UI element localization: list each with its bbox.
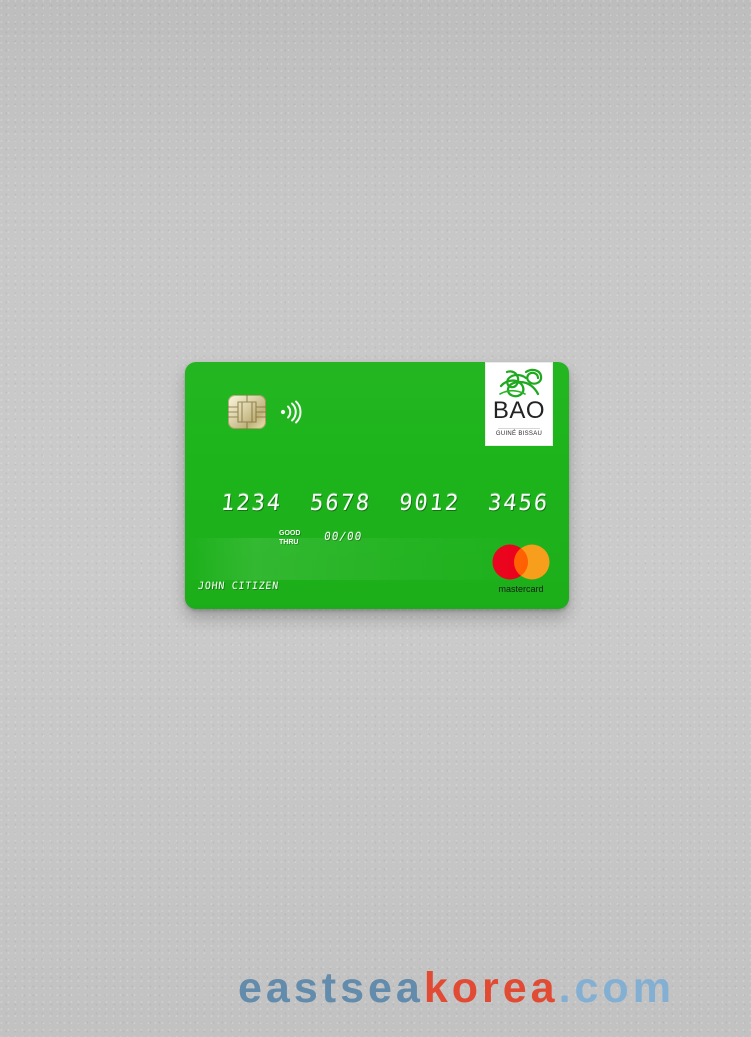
watermark-part-korea: korea (423, 964, 559, 1012)
cardholder-name: JOHN CITIZEN (197, 581, 280, 592)
photo-scene: BAO GUINÉ BISSAU 1234 5678 9012 3456 GOO… (0, 0, 751, 1037)
logo-divider (498, 428, 540, 429)
site-watermark: eastsea korea .com (238, 965, 675, 1011)
bank-logo: BAO GUINÉ BISSAU (485, 362, 553, 446)
card-number: 1234 5678 9012 3456 (219, 491, 551, 517)
card-number-group-3: 9012 (397, 491, 462, 516)
card-number-group-1: 1234 (219, 491, 284, 516)
card-number-group-2: 5678 (308, 491, 373, 516)
good-thru-label: GOOD THRU (279, 530, 301, 546)
mastercard-logo: mastercard (489, 543, 553, 599)
debit-card: BAO GUINÉ BISSAU 1234 5678 9012 3456 GOO… (185, 362, 569, 609)
expiry-date: 00/00 (323, 530, 364, 543)
mastercard-wordmark: mastercard (498, 584, 544, 594)
bank-logo-icon (499, 368, 543, 398)
card-number-group-4: 3456 (486, 491, 551, 516)
bank-name: BAO (492, 397, 546, 424)
watermark-part-domain: .com (558, 964, 675, 1012)
contactless-icon (280, 400, 302, 424)
watermark-part-eastsea: eastsea (238, 964, 424, 1012)
chip-icon (228, 395, 266, 429)
mastercard-circles-icon (492, 544, 550, 580)
bank-country: GUINÉ BISSAU (495, 431, 543, 437)
